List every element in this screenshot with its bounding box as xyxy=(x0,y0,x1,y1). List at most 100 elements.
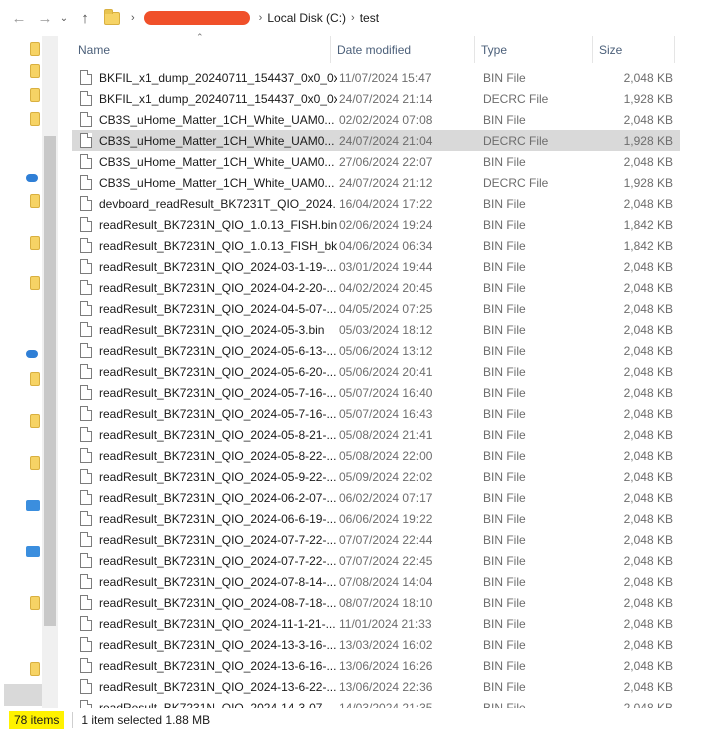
column-header-size[interactable]: Size xyxy=(593,36,675,63)
file-row[interactable]: CB3S_uHome_Matter_1CH_White_UAM0... 24/07… xyxy=(72,130,680,151)
file-row[interactable]: readResult_BK7231N_QIO_2024-04-2-20-... 0… xyxy=(72,277,680,298)
file-size: 1,842 KB xyxy=(623,217,673,232)
file-row[interactable]: readResult_BK7231N_QIO_2024-05-8-21-... 0… xyxy=(72,424,680,445)
file-row[interactable]: readResult_BK7231N_QIO_1.0.13_FISH_bk...… xyxy=(72,235,680,256)
chevron-right-icon[interactable]: › xyxy=(131,12,135,24)
column-header-date-modified[interactable]: Date modified xyxy=(331,36,475,63)
column-header-type-label: Type xyxy=(481,42,508,57)
file-name: devboard_readResult_BK7231T_QIO_2024... xyxy=(99,196,337,211)
file-date-modified: 11/01/2024 21:33 xyxy=(339,616,432,631)
file-row[interactable]: readResult_BK7231N_QIO_2024-03-1-19-... 0… xyxy=(72,256,680,277)
file-row[interactable]: readResult_BK7231N_QIO_2024-05-9-22-... 0… xyxy=(72,466,680,487)
file-icon-cell xyxy=(72,259,99,274)
breadcrumb-item-local-disk[interactable]: Local Disk (C:) xyxy=(267,11,346,25)
file-row[interactable]: CB3S_uHome_Matter_1CH_White_UAM0... 27/06… xyxy=(72,151,680,172)
file-type: BIN File xyxy=(483,658,526,673)
file-row[interactable]: readResult_BK7231N_QIO_2024-14-3-07-... 1… xyxy=(72,697,680,708)
file-icon xyxy=(79,112,92,127)
file-row[interactable]: readResult_BK7231N_QIO_2024-05-7-16-... 0… xyxy=(72,382,680,403)
recent-locations-chevron-icon[interactable]: ⌄ xyxy=(56,7,72,29)
file-row[interactable]: readResult_BK7231N_QIO_2024-07-7-22-... 0… xyxy=(72,550,680,571)
file-date-modified: 13/06/2024 16:26 xyxy=(339,658,433,673)
folder-icon[interactable] xyxy=(30,64,40,78)
file-size: 2,048 KB xyxy=(623,658,673,673)
file-row[interactable]: CB3S_uHome_Matter_1CH_White_UAM0... 24/07… xyxy=(72,172,680,193)
file-row[interactable]: readResult_BK7231N_QIO_2024-05-8-22-... 0… xyxy=(72,445,680,466)
up-arrow-icon[interactable]: ↑ xyxy=(74,7,96,29)
file-icon xyxy=(79,301,92,316)
file-icon-cell xyxy=(72,469,99,484)
file-name: readResult_BK7231N_QIO_2024-03-1-19-... xyxy=(99,259,337,274)
file-name: readResult_BK7231N_QIO_2024-07-7-22-... xyxy=(99,532,337,547)
folder-icon[interactable] xyxy=(30,236,40,250)
file-icon-cell xyxy=(72,595,99,610)
file-date-modified: 05/07/2024 16:43 xyxy=(339,406,433,421)
chevron-right-icon[interactable]: › xyxy=(259,12,263,24)
file-size: 2,048 KB xyxy=(623,343,673,358)
folder-icon[interactable] xyxy=(30,194,40,208)
folder-icon[interactable] xyxy=(30,662,40,676)
file-row[interactable]: readResult_BK7231N_QIO_2024-11-1-21-... 1… xyxy=(72,613,680,634)
file-name: CB3S_uHome_Matter_1CH_White_UAM0... xyxy=(99,112,335,127)
folder-icon[interactable] xyxy=(30,456,40,470)
file-row[interactable]: readResult_BK7231N_QIO_1.0.13_FISH.bin 02… xyxy=(72,214,680,235)
column-header-type[interactable]: Type xyxy=(475,36,593,63)
file-row[interactable]: readResult_BK7231N_QIO_2024-06-2-07-... 0… xyxy=(72,487,680,508)
onedrive-cloud-icon[interactable] xyxy=(26,350,38,358)
nav-pane-scrollbar[interactable] xyxy=(42,36,58,708)
file-row[interactable]: readResult_BK7231N_QIO_2024-05-6-13-... 0… xyxy=(72,340,680,361)
this-pc-icon[interactable] xyxy=(26,500,40,511)
drive-icon[interactable] xyxy=(26,546,40,557)
column-header-date-label: Date modified xyxy=(337,42,412,57)
file-size: 2,048 KB xyxy=(623,595,673,610)
file-name: readResult_BK7231N_QIO_2024-07-7-22-... xyxy=(99,553,337,568)
file-type: DECRC File xyxy=(483,133,549,148)
folder-icon[interactable] xyxy=(30,112,40,126)
selected-nav-item[interactable] xyxy=(4,684,42,706)
file-row[interactable]: readResult_BK7231N_QIO_2024-13-3-16-... 1… xyxy=(72,634,680,655)
folder-icon[interactable] xyxy=(30,372,40,386)
file-type: BIN File xyxy=(483,427,526,442)
column-header-name[interactable]: ⌃ Name xyxy=(72,32,331,63)
breadcrumb[interactable]: › › Local Disk (C:) › test xyxy=(104,6,379,30)
file-row[interactable]: readResult_BK7231N_QIO_2024-05-7-16-... 0… xyxy=(72,403,680,424)
file-row[interactable]: devboard_readResult_BK7231T_QIO_2024... 1… xyxy=(72,193,680,214)
back-arrow-icon[interactable]: ← xyxy=(8,7,30,29)
file-icon-cell xyxy=(72,280,99,295)
file-row[interactable]: readResult_BK7231N_QIO_2024-13-6-22-... 1… xyxy=(72,676,680,697)
file-date-modified: 05/08/2024 22:00 xyxy=(339,448,433,463)
breadcrumb-item-test[interactable]: test xyxy=(360,11,379,25)
folder-icon[interactable] xyxy=(30,42,40,56)
file-type: BIN File xyxy=(483,259,526,274)
file-icon-cell xyxy=(72,532,99,547)
file-row[interactable]: readResult_BK7231N_QIO_2024-06-6-19-... 0… xyxy=(72,508,680,529)
nav-scrollbar-thumb[interactable] xyxy=(44,136,56,626)
folder-icon[interactable] xyxy=(30,596,40,610)
file-row[interactable]: readResult_BK7231N_QIO_2024-13-6-16-... 1… xyxy=(72,655,680,676)
file-row[interactable]: readResult_BK7231N_QIO_2024-04-5-07-... 0… xyxy=(72,298,680,319)
folder-icon[interactable] xyxy=(30,414,40,428)
file-row[interactable]: readResult_BK7231N_QIO_2024-08-7-18-... 0… xyxy=(72,592,680,613)
file-name: readResult_BK7231N_QIO_2024-05-7-16-... xyxy=(99,406,337,421)
folder-icon[interactable] xyxy=(30,88,40,102)
folder-icon[interactable] xyxy=(30,276,40,290)
chevron-right-icon[interactable]: › xyxy=(351,12,355,24)
item-count: 78 items xyxy=(9,711,65,729)
file-icon xyxy=(79,595,92,610)
file-size: 2,048 KB xyxy=(623,469,673,484)
file-type: DECRC File xyxy=(483,175,549,190)
onedrive-cloud-icon[interactable] xyxy=(26,174,38,182)
file-row[interactable]: CB3S_uHome_Matter_1CH_White_UAM0... 02/02… xyxy=(72,109,680,130)
file-row[interactable]: readResult_BK7231N_QIO_2024-05-6-20-... 0… xyxy=(72,361,680,382)
file-row[interactable]: readResult_BK7231N_QIO_2024-07-7-22-... 0… xyxy=(72,529,680,550)
file-type: DECRC File xyxy=(483,91,549,106)
file-row[interactable]: readResult_BK7231N_QIO_2024-07-8-14-... 0… xyxy=(72,571,680,592)
file-row[interactable]: BKFIL_x1_dump_20240711_154437_0x0_0x... 2… xyxy=(72,88,680,109)
file-name: BKFIL_x1_dump_20240711_154437_0x0_0x... xyxy=(99,70,337,85)
file-list-scrollbar[interactable] xyxy=(684,36,702,708)
file-date-modified: 07/07/2024 22:44 xyxy=(339,532,433,547)
file-icon-cell xyxy=(72,343,99,358)
forward-arrow-icon[interactable]: → xyxy=(34,7,56,29)
file-row[interactable]: BKFIL_x1_dump_20240711_154437_0x0_0x... 1… xyxy=(72,67,680,88)
file-row[interactable]: readResult_BK7231N_QIO_2024-05-3.bin 05/0… xyxy=(72,319,680,340)
